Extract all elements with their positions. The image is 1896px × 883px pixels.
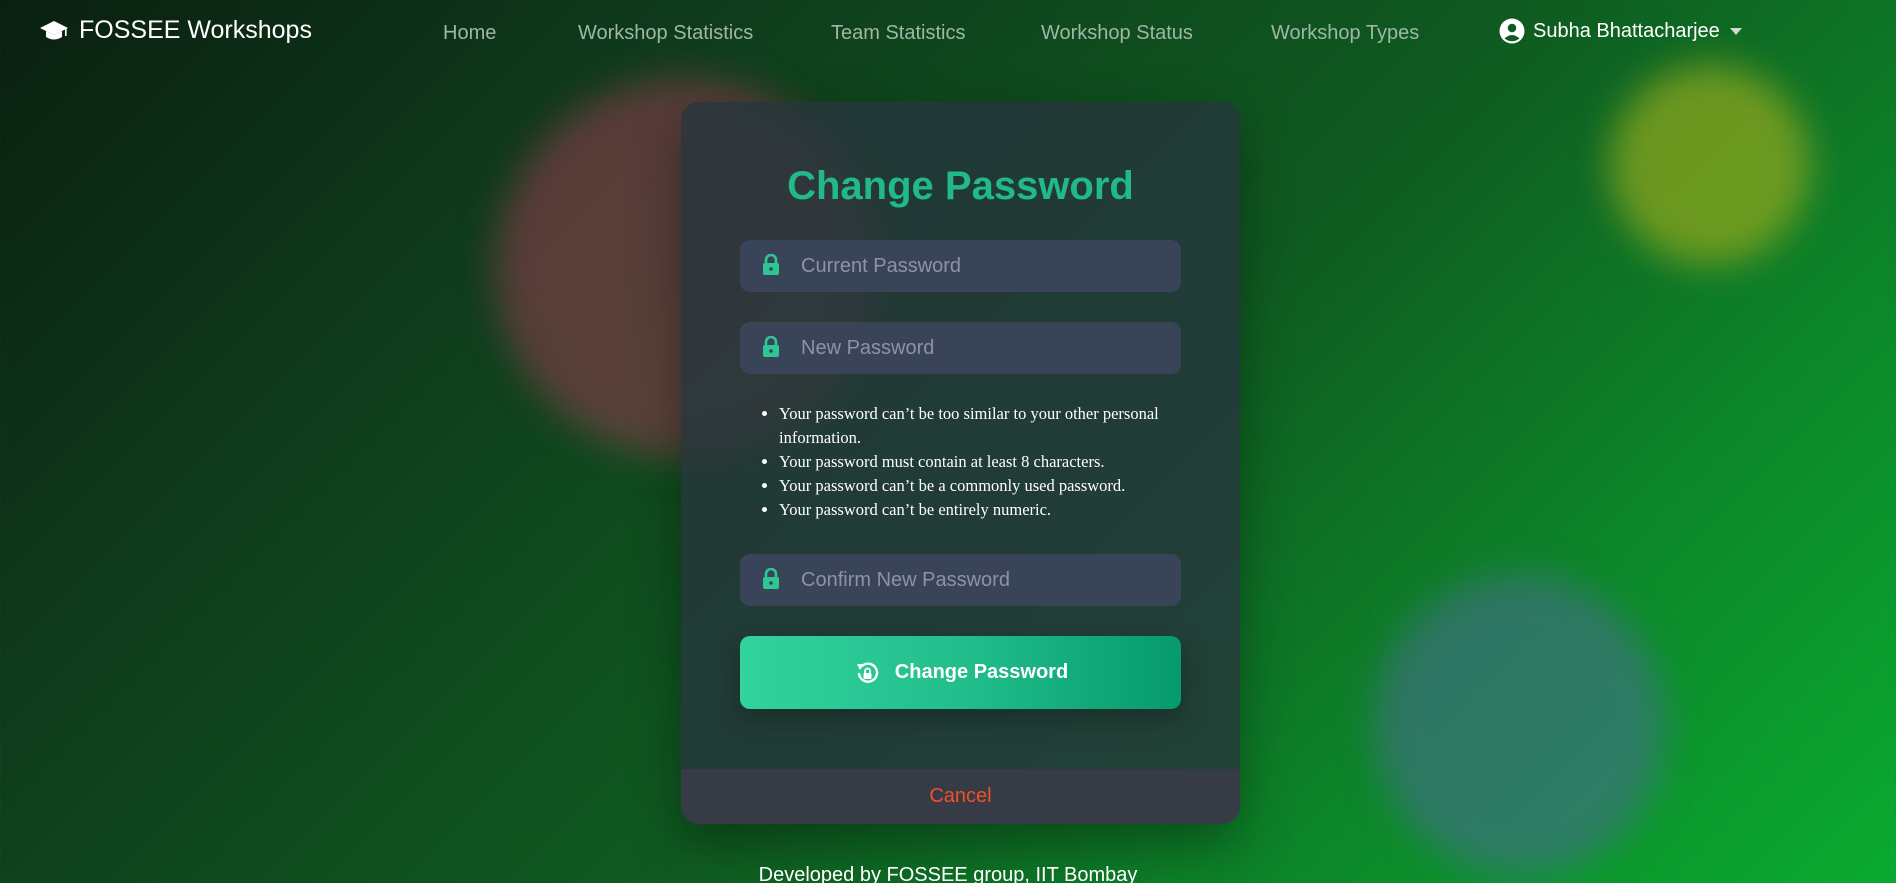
brand-name: FOSSEE Workshops <box>79 16 312 44</box>
background-blob-yellow <box>1610 65 1810 265</box>
lock-icon <box>763 568 779 589</box>
lock-icon <box>763 254 779 275</box>
user-name: Subha Bhattacharjee <box>1533 19 1720 42</box>
change-password-card: Change Password Your password can’t be t… <box>681 102 1240 824</box>
password-rule: Your password can’t be too similar to yo… <box>779 402 1181 450</box>
card-footer: Cancel <box>681 769 1240 824</box>
background-blob-blue <box>1375 575 1665 875</box>
user-circle-icon <box>1499 18 1525 44</box>
graduation-cap-icon <box>40 20 68 39</box>
user-dropdown[interactable]: Subha Bhattacharjee <box>1499 18 1742 44</box>
nav-link-workshop-statistics[interactable]: Workshop Statistics <box>578 22 753 45</box>
nav-link-workshop-types[interactable]: Workshop Types <box>1271 22 1419 45</box>
new-password-input[interactable] <box>801 322 1171 374</box>
caret-down-icon <box>1729 27 1742 35</box>
confirm-password-field <box>740 554 1181 606</box>
brand-link[interactable]: FOSSEE Workshops <box>39 16 312 45</box>
navbar: FOSSEE Workshops Home Workshop Statistic… <box>0 0 1896 68</box>
change-password-button[interactable]: Change Password <box>740 636 1181 709</box>
nav-link-home[interactable]: Home <box>443 22 496 45</box>
lock-reset-icon <box>856 662 878 683</box>
confirm-password-input[interactable] <box>801 554 1171 606</box>
new-password-field <box>740 322 1181 374</box>
nav-link-team-statistics[interactable]: Team Statistics <box>831 22 965 45</box>
change-password-button-label: Change Password <box>894 661 1069 683</box>
current-password-input[interactable] <box>801 240 1171 292</box>
current-password-field <box>740 240 1181 292</box>
site-footer: Developed by FOSSEE group, IIT Bombay <box>758 864 1138 883</box>
password-rule: Your password must contain at least 8 ch… <box>779 450 1181 474</box>
password-rules-list: Your password can’t be too similar to yo… <box>761 402 1181 522</box>
page-title: Change Password <box>787 164 1134 208</box>
password-rule: Your password can’t be a commonly used p… <box>779 474 1181 498</box>
lock-icon <box>763 336 779 357</box>
cancel-link[interactable]: Cancel <box>929 785 991 808</box>
nav-link-workshop-status[interactable]: Workshop Status <box>1041 22 1193 45</box>
password-rule: Your password can’t be entirely numeric. <box>779 498 1181 522</box>
